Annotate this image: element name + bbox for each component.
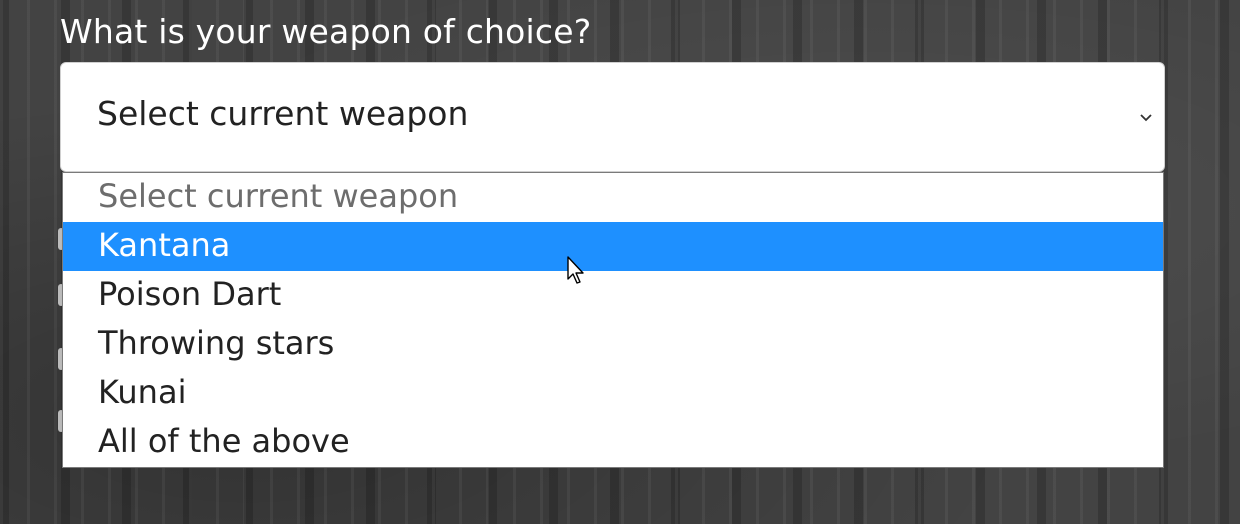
chevron-down-icon[interactable] bbox=[1136, 107, 1156, 127]
dropdown-option-all-of-the-above[interactable]: All of the above bbox=[63, 418, 1163, 467]
weapon-select-value: Select current weapon bbox=[97, 94, 469, 133]
dropdown-option-placeholder[interactable]: Select current weapon bbox=[63, 173, 1163, 222]
mouse-cursor-icon bbox=[567, 256, 584, 284]
dropdown-option-throwing-stars[interactable]: Throwing stars bbox=[63, 320, 1163, 369]
weapon-select[interactable]: Select current weapon bbox=[60, 62, 1165, 172]
question-label: What is your weapon of choice? bbox=[60, 12, 592, 51]
weapon-dropdown-list: Select current weapon Kantana Poison Dar… bbox=[62, 172, 1164, 468]
dropdown-option-kunai[interactable]: Kunai bbox=[63, 369, 1163, 418]
dropdown-option-kantana[interactable]: Kantana bbox=[63, 222, 1163, 271]
dropdown-option-poison-dart[interactable]: Poison Dart bbox=[63, 271, 1163, 320]
